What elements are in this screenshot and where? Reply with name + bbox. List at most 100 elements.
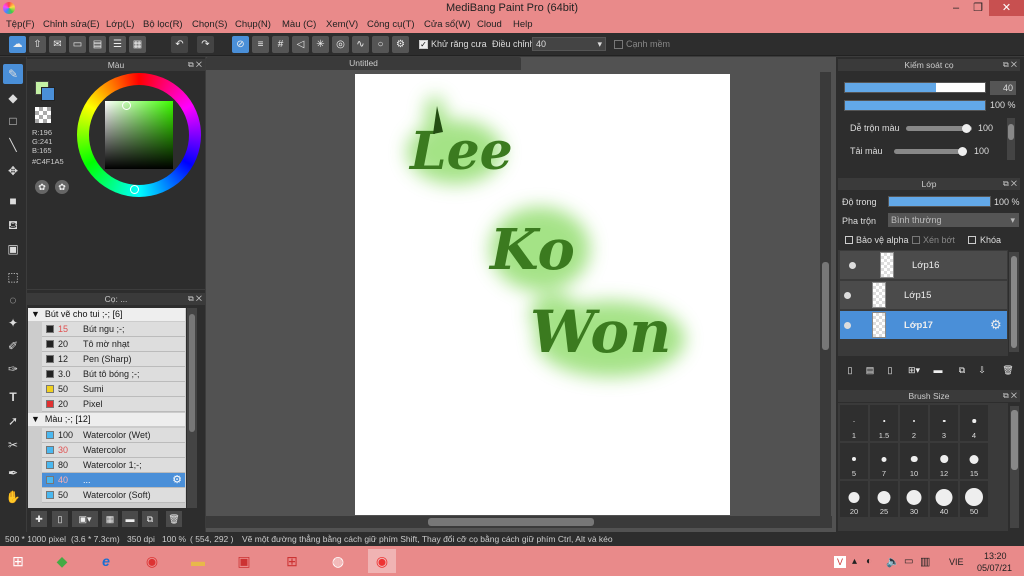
brush-group-header[interactable]: ▼ Màu ;-; [12] [28,413,185,426]
file-explorer-icon[interactable]: ▬ [184,549,212,573]
magic-wand-tool-icon[interactable]: ✦ [3,313,23,333]
list-icon[interactable]: ☰ [109,36,126,53]
brush-item[interactable]: 80 Watercolor 1;-; [42,458,185,473]
visibility-eye-icon[interactable] [844,292,851,299]
menu-window[interactable]: Cửa sổ(W) [424,19,470,30]
brush-size-preset[interactable]: 50 [960,481,988,517]
menu-tools[interactable]: Công cụ(T) [367,19,415,30]
brush-item[interactable]: 15 Bút ngu ;-; [42,322,185,337]
new-1bit-layer-icon[interactable]: ▯ [882,362,898,378]
brush-list-scroll-thumb[interactable] [189,314,195,432]
gear-icon[interactable]: ⚙ [990,317,1002,333]
panel-close-icon[interactable]: ⧉ ✕ [188,293,202,305]
canvas-vscroll-thumb[interactable] [822,262,829,350]
brush-size-preset[interactable]: 3 [930,405,958,441]
crosshatch-snap-icon[interactable]: # [272,36,289,53]
tray-app-icon[interactable]: ◐ [866,556,872,567]
layer-menu-icon[interactable]: ⊞▾ [902,362,926,378]
water-slider-knob[interactable] [958,147,967,156]
edge-checkbox[interactable] [614,40,623,49]
undo-icon[interactable]: ↶ [171,36,188,53]
saturation-value-square[interactable] [105,101,173,169]
select-rect-tool-icon[interactable]: ⬚ [3,267,23,287]
brush-item[interactable]: 50 Sumi [42,382,185,397]
brush-size-preset[interactable]: 5 [840,443,868,479]
radial-snap-icon[interactable]: ✳ [312,36,329,53]
layer-row[interactable]: Lớp16 [840,251,1007,280]
copy-icon[interactable]: ⧉ [142,511,158,527]
layer-row[interactable]: Lớp15 [840,281,1007,310]
new-halftone-layer-icon[interactable]: ▤ [862,362,878,378]
brush-size-preset[interactable]: 7 [870,443,898,479]
brush-item[interactable]: 20 Pixel [42,397,185,412]
gradient-tool-icon[interactable]: ▣ [3,239,23,259]
redo-icon[interactable]: ↷ [197,36,214,53]
lasso-tool-icon[interactable]: ◌ [3,290,23,310]
internet-explorer-icon[interactable]: e [92,549,120,573]
panel-close-icon[interactable]: ⧉ ✕ [1003,390,1017,402]
transparent-swatch[interactable] [35,107,51,123]
hue-picker-handle[interactable] [130,185,139,194]
brush-menu-icon[interactable]: ▣▾ [72,511,98,527]
folder-icon[interactable]: ▬ [122,511,138,527]
parallel-snap-icon[interactable]: ≡ [252,36,269,53]
clock-time[interactable]: 13:20 [984,551,1007,561]
select-pen-tool-icon[interactable]: ✐ [3,336,23,356]
layer-list-scrollbar[interactable] [1009,252,1019,352]
text-tool-icon[interactable]: T [3,387,23,407]
brush-size-preset[interactable]: 40 [930,481,958,517]
brush-size-slider[interactable] [844,82,986,93]
brush-size-preset[interactable]: 30 [900,481,928,517]
clipping-checkbox[interactable] [912,236,920,244]
operation-tool-icon[interactable]: ➚ [3,411,23,431]
brush-size-preset[interactable]: 1.5 [870,405,898,441]
adjust-select[interactable]: 40 ▾ [532,37,606,51]
menu-cloud[interactable]: Cloud [477,19,502,30]
eraser-tool-icon[interactable]: ◆ [3,88,23,108]
divide-tool-icon[interactable]: ✂ [3,435,23,455]
trash-icon[interactable]: 🗑 [1000,362,1016,378]
blend-slider-knob[interactable] [962,124,971,133]
close-button[interactable]: ✕ [989,0,1024,16]
brush-size-scrollbar[interactable] [1010,406,1019,528]
visibility-eye-icon[interactable] [849,262,856,269]
menu-layer[interactable]: Lớp(L) [106,19,134,30]
office-icon[interactable]: ▣ [230,549,258,573]
select-eraser-tool-icon[interactable]: ✑ [3,359,23,379]
medibang-tablet-icon[interactable]: ◍ [324,549,352,573]
merge-layer-icon[interactable]: ⇩ [974,362,990,378]
brush-size-preset[interactable]: 2 [900,405,928,441]
tab-untitled[interactable]: Untitled [206,57,521,70]
brush-control-scrollbar[interactable] [1007,118,1015,160]
language-indicator[interactable]: VIE [949,557,964,567]
brush-item[interactable]: 50 Watercolor (Soft) [42,488,185,503]
folder-icon[interactable]: ▬ [930,362,946,378]
power-icon[interactable]: ▭ [904,556,913,567]
brush-size-preset[interactable]: 12 [930,443,958,479]
curve-snap-icon[interactable]: ∿ [352,36,369,53]
chat-icon[interactable]: ✉ [49,36,66,53]
windows-start-icon[interactable]: ⊞ [4,549,32,573]
trash-icon[interactable]: 🗑 [166,511,182,527]
layer-blend-select[interactable]: Bình thường ▾ [888,213,1019,227]
volume-icon[interactable]: 🔈 [886,555,900,568]
menu-filter[interactable]: Bộ lọc(R) [143,19,183,30]
canvas-vertical-scrollbar[interactable] [820,72,831,516]
panel-close-icon[interactable]: ⧉ ✕ [1003,178,1017,190]
minimize-button[interactable]: – [945,0,967,16]
brush-group-header[interactable]: ▼ Bút vẽ cho tui ;-; [6] [28,308,185,321]
brush-size-preset[interactable]: 25 [870,481,898,517]
menu-edit[interactable]: Chỉnh sửa(E) [43,19,100,30]
menu-select[interactable]: Chọn(S) [192,19,227,30]
ellipse-snap-icon[interactable]: ○ [372,36,389,53]
settings-snap-icon[interactable]: ⚙ [392,36,409,53]
tray-chevron-icon[interactable]: ▴ [852,556,857,567]
vietkey-icon[interactable]: V [834,556,846,568]
network-app-icon[interactable]: ⊞ [278,549,306,573]
layer-list-scroll-thumb[interactable] [1011,256,1017,348]
new-brush-icon[interactable]: ▯ [52,511,68,527]
dot-tool-icon[interactable]: □ [3,111,23,131]
network-icon[interactable]: ▥ [920,555,930,568]
brush-item[interactable]: 12 Pen (Sharp) [42,352,185,367]
brush-size-preset[interactable]: 4 [960,405,988,441]
